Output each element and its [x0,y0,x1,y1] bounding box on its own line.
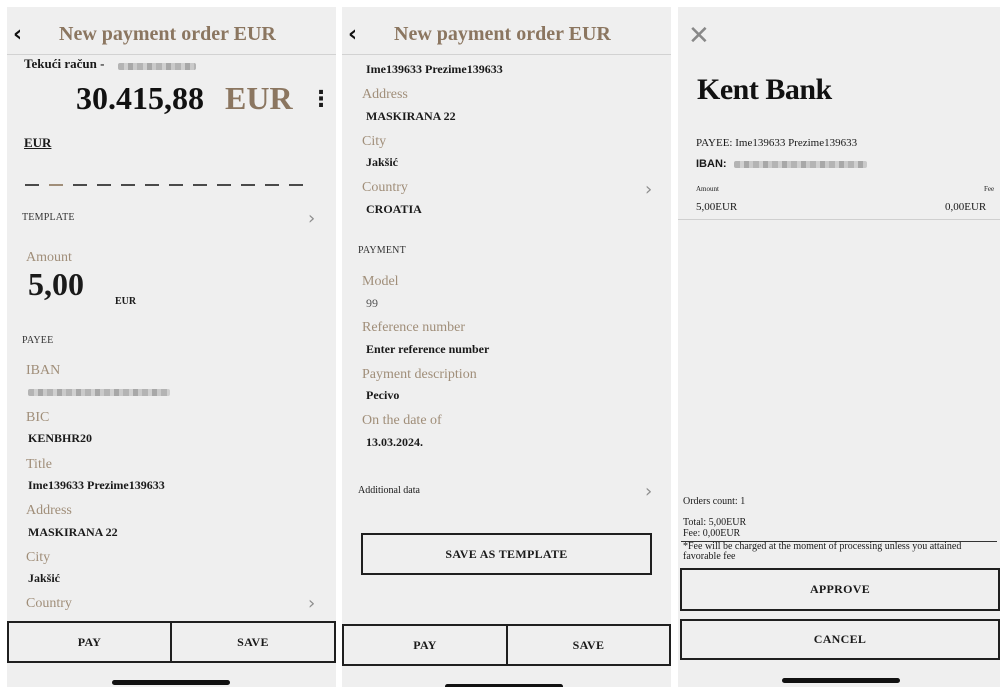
account-label: Tekući račun - [24,56,105,71]
bic-value[interactable]: KENBHR20 [28,431,92,446]
kebab-menu-icon[interactable]: ⋮ [310,87,332,112]
address-label: Address [362,87,408,102]
amount-label: Amount [26,250,72,265]
payment-description-input[interactable]: Pecivo [366,388,399,403]
reference-number-label: Reference number [362,320,465,335]
model-label: Model [362,274,399,289]
country-label[interactable]: Country [26,596,72,612]
currency-selector[interactable]: EUR [24,135,51,151]
balance-currency: EUR [225,80,293,116]
template-label[interactable]: TEMPLATE [22,212,75,223]
address-label: Address [26,503,72,518]
header-divider [7,54,336,55]
save-as-template-button[interactable]: SAVE AS TEMPLATE [361,533,652,575]
chevron-right-icon[interactable]: › [308,208,315,229]
city-value[interactable]: Jakšić [366,155,398,170]
title-label: Title [26,457,52,472]
payment-form-screen-1: ‹ New payment order EUR Tekući račun - 3… [7,7,336,687]
pay-button[interactable]: PAY [7,621,172,663]
amount-input[interactable]: 5,00 [28,266,84,303]
home-indicator [112,680,230,685]
summary-divider [678,219,1000,220]
approve-button[interactable]: APPROVE [680,568,1000,611]
back-arrow-icon[interactable]: ‹ [13,22,22,47]
date-label: On the date of [362,413,442,428]
fee-value: 0,00EUR [945,201,987,213]
chevron-right-icon[interactable]: › [645,179,652,200]
iban-value-blurred[interactable] [28,389,170,396]
iban-label: IBAN: [696,158,727,170]
payment-form-screen-2: ‹ New payment order EUR Ime139633 Prezim… [342,7,671,687]
back-arrow-icon[interactable]: ‹ [348,22,357,47]
payment-section-header: PAYMENT [358,245,406,256]
home-indicator [445,684,563,687]
reference-number-input[interactable]: Enter reference number [366,342,489,357]
close-icon[interactable]: ✕ [688,21,710,51]
payee-section-header: PAYEE [22,335,54,346]
bic-label: BIC [26,410,50,425]
bank-logo: Kent Bank [697,73,832,106]
chevron-right-icon[interactable]: › [645,481,652,502]
fee-note: *Fee will be charged at the moment of pr… [683,541,962,562]
home-indicator [782,678,900,683]
address-value[interactable]: MASKIRANA 22 [366,109,456,124]
confirmation-screen: ✕ Kent Bank PAYEE: Ime139633 Prezime1396… [678,7,1000,687]
amount-currency: EUR [115,296,137,307]
cancel-button[interactable]: CANCEL [680,619,1000,660]
total-amount: Total: 5,00EUR [683,517,747,528]
payment-description-label: Payment description [362,367,477,382]
city-value[interactable]: Jakšić [28,571,60,586]
title-value[interactable]: Ime139633 Prezime139633 [28,478,165,493]
account-number-blurred [118,63,196,70]
save-button[interactable]: SAVE [506,624,671,666]
country-value[interactable]: CROATIA [366,202,422,217]
total-fee: Fee: 0,00EUR [683,528,741,539]
fee-label: Fee [984,185,995,193]
amount-label: Amount [696,185,719,193]
iban-value-blurred [734,161,867,168]
iban-label: IBAN [26,363,61,378]
city-label: City [26,550,51,565]
payee-name-value[interactable]: Ime139633 Prezime139633 [366,62,503,77]
additional-data-row[interactable]: Additional data [358,485,420,496]
orders-count: Orders count: 1 [683,496,746,507]
date-value[interactable]: 13.03.2024. [366,435,423,450]
model-value[interactable]: 99 [366,296,378,311]
chevron-right-icon[interactable]: › [308,593,315,614]
header-divider [342,54,671,55]
page-title: New payment order EUR [394,23,611,45]
city-label: City [362,134,387,149]
address-value[interactable]: MASKIRANA 22 [28,525,118,540]
save-button[interactable]: SAVE [170,621,336,663]
page-title: New payment order EUR [59,23,276,45]
balance-amount: 30.415,88 [76,80,204,116]
amount-value: 5,00EUR [696,201,738,213]
pay-button[interactable]: PAY [342,624,508,666]
payee-line: PAYEE: Ime139633 Prezime139633 [696,137,858,149]
country-label: Country [362,180,408,195]
